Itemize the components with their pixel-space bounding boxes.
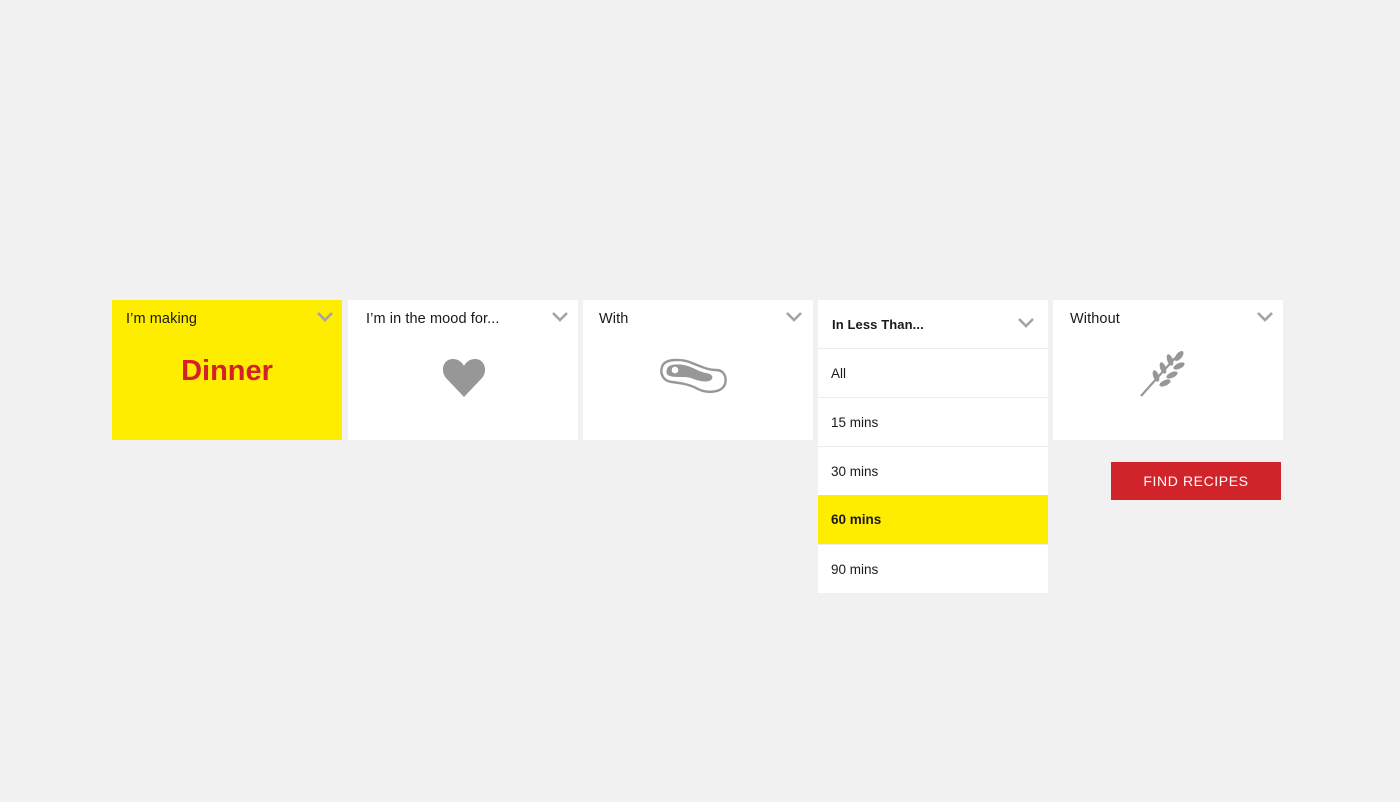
time-option-90[interactable]: 90 mins xyxy=(818,544,1048,593)
wheat-icon xyxy=(1140,351,1185,397)
time-option-30[interactable]: 30 mins xyxy=(818,446,1048,495)
chevron-down-icon[interactable] xyxy=(1017,314,1035,332)
mood-filter-card[interactable]: I’m in the mood for... xyxy=(348,300,578,440)
making-filter-card[interactable]: I’m making Dinner xyxy=(112,300,342,440)
making-filter-label: I’m making xyxy=(126,311,198,327)
time-filter-dropdown: In Less Than... All 15 mins 30 mins 60 m… xyxy=(818,300,1048,593)
making-filter-value: Dinner xyxy=(181,355,273,387)
chevron-down-icon[interactable] xyxy=(551,308,569,326)
time-option-60[interactable]: 60 mins xyxy=(818,495,1048,544)
chevron-down-icon[interactable] xyxy=(1256,308,1274,326)
without-filter-card[interactable]: Without xyxy=(1053,300,1283,440)
chevron-down-icon[interactable] xyxy=(316,308,334,326)
heart-icon xyxy=(442,359,486,397)
without-filter-label: Without xyxy=(1070,311,1120,327)
with-filter-label: With xyxy=(599,311,629,327)
with-filter-card[interactable]: With xyxy=(583,300,813,440)
time-filter-header[interactable]: In Less Than... xyxy=(818,300,1048,348)
mood-filter-label: I’m in the mood for... xyxy=(366,311,500,327)
chevron-down-icon[interactable] xyxy=(785,308,803,326)
time-filter-label: In Less Than... xyxy=(832,317,924,332)
find-recipes-button[interactable]: FIND RECIPES xyxy=(1111,462,1281,500)
steak-icon xyxy=(660,358,727,393)
recipe-filter-bar: I’m making Dinner I’m in the mood for...… xyxy=(0,300,1400,600)
time-option-all[interactable]: All xyxy=(818,348,1048,397)
time-option-15[interactable]: 15 mins xyxy=(818,397,1048,446)
